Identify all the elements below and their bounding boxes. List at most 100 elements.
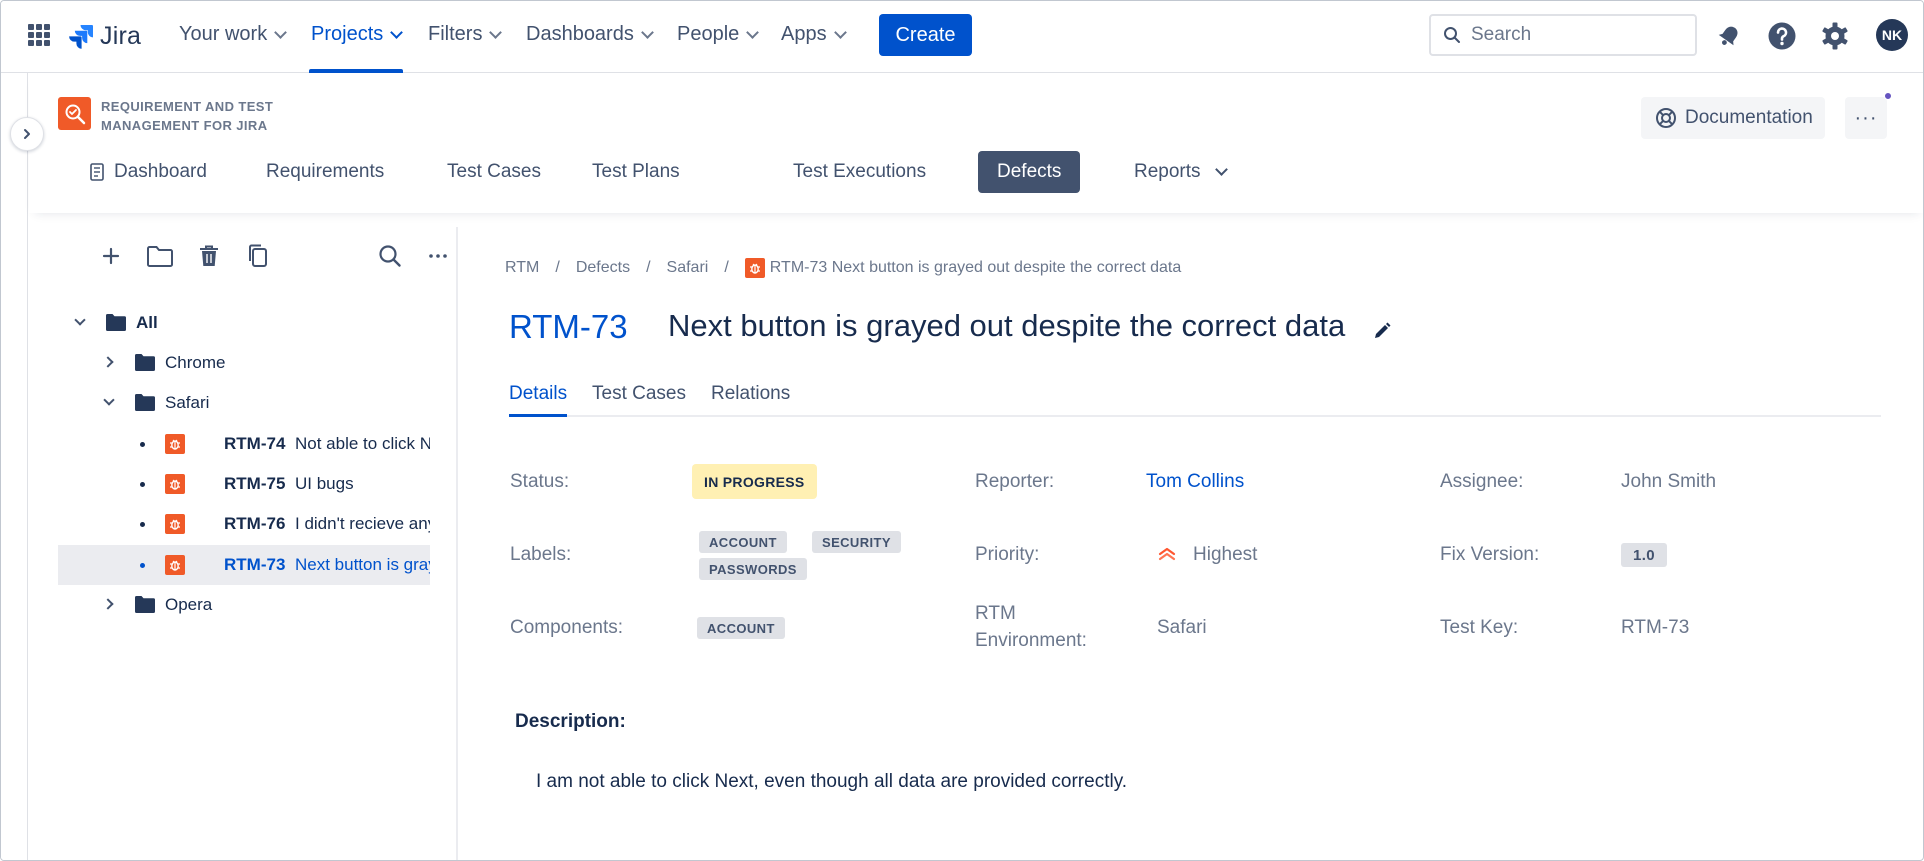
label-tag[interactable]: SECURITY — [812, 531, 901, 553]
reporter-value[interactable]: Tom Collins — [1146, 471, 1244, 493]
label-tag[interactable]: PASSWORDS — [699, 558, 807, 580]
app-window: Jira Your work Projects Filters Dashboar… — [0, 0, 1924, 861]
tab-reports[interactable]: Reports — [1115, 151, 1245, 193]
tree-more-icon[interactable] — [423, 241, 453, 271]
fix-version-label: Fix Version: — [1440, 544, 1540, 565]
tab-issue-test-cases[interactable]: Test Cases — [592, 383, 686, 417]
search-box[interactable] — [1429, 14, 1697, 56]
settings-icon[interactable] — [1818, 19, 1852, 53]
tree-item-summary: Next button is grayed out despite the co… — [295, 555, 430, 574]
tab-defects-label: Defects — [997, 161, 1062, 182]
label-tag[interactable]: ACCOUNT — [699, 531, 787, 553]
tab-test-executions[interactable]: Test Executions — [774, 151, 945, 193]
folder-icon — [106, 314, 126, 331]
tree-item-key: RTM-74 — [224, 434, 286, 453]
copy-icon[interactable] — [243, 241, 273, 271]
nav-projects[interactable]: Projects — [311, 23, 404, 46]
expand-sidebar-button[interactable] — [10, 117, 44, 151]
breadcrumb-item[interactable]: Safari — [667, 259, 709, 277]
chevron-down-icon[interactable] — [74, 314, 86, 326]
fix-version-tag[interactable]: 1.0 — [1621, 543, 1668, 567]
chevron-down-icon — [274, 25, 288, 39]
tree-folder-opera[interactable]: Opera — [58, 585, 430, 625]
labels-label: Labels: — [510, 544, 572, 565]
tree-folder-label: Opera — [165, 595, 213, 614]
search-input[interactable] — [1471, 22, 1681, 48]
status-badge[interactable]: IN PROGRESS — [692, 464, 817, 499]
tree-folder-label: Chrome — [165, 353, 226, 372]
chevron-right-icon[interactable] — [102, 356, 114, 368]
tab-test-plans-label: Test Plans — [592, 161, 680, 182]
detail-tabs: Details Test Cases Relations — [509, 383, 1881, 417]
tab-test-plans[interactable]: Test Plans — [573, 151, 699, 193]
breadcrumb-item[interactable]: Defects — [576, 259, 630, 277]
add-icon[interactable] — [96, 241, 126, 271]
nav-filters-label: Filters — [428, 23, 483, 45]
issue-key[interactable]: RTM-73 — [509, 308, 628, 346]
user-avatar[interactable]: NK — [1876, 19, 1908, 51]
tree-folder-chrome[interactable]: Chrome — [58, 343, 430, 383]
environment-label-line2: Environment: — [975, 630, 1087, 651]
tab-dashboard[interactable]: Dashboard — [71, 151, 226, 193]
tree-toolbar — [73, 239, 447, 275]
chevron-right-icon[interactable] — [102, 598, 114, 610]
priority-highest-icon — [1158, 547, 1176, 561]
jira-logo[interactable]: Jira — [68, 19, 141, 53]
tree-item-summary: Not able to click Notifications — [295, 434, 430, 453]
breadcrumb: RTM / Defects / Safari / RTM-73 Next but… — [505, 258, 1181, 278]
tab-requirements[interactable]: Requirements — [247, 151, 403, 193]
delete-icon[interactable] — [194, 241, 224, 271]
issue-title: Next button is grayed out despite the co… — [668, 308, 1346, 343]
create-button[interactable]: Create — [879, 14, 972, 56]
help-icon[interactable] — [1765, 19, 1799, 53]
more-actions-button[interactable]: ··· — [1845, 97, 1887, 139]
notification-icon[interactable] — [1712, 19, 1746, 53]
tree-folder-safari[interactable]: Safari — [58, 383, 430, 423]
new-folder-icon[interactable] — [145, 241, 175, 271]
assignee-value: John Smith — [1621, 471, 1717, 492]
tab-relations[interactable]: Relations — [711, 383, 790, 417]
component-tag[interactable]: ACCOUNT — [697, 617, 785, 639]
app-title-line1: REQUIREMENT AND TEST — [101, 99, 274, 114]
chevron-down-icon — [489, 25, 503, 39]
tab-details[interactable]: Details — [509, 383, 568, 417]
folder-icon — [135, 596, 155, 613]
tree-search-icon[interactable] — [375, 241, 405, 271]
top-navigation: Jira Your work Projects Filters Dashboar… — [1, 1, 1923, 73]
description-text[interactable]: I am not able to click Next, even though… — [536, 771, 1127, 793]
tree-item-rtm-75[interactable]: RTM-75 UI bugs — [58, 464, 430, 504]
nav-your-work[interactable]: Your work — [179, 23, 288, 46]
tree-item-summary: UI bugs — [295, 474, 354, 493]
breadcrumb-item[interactable]: RTM — [505, 259, 539, 277]
tree-item-rtm-74[interactable]: RTM-74 Not able to click Notifications — [58, 424, 430, 464]
chevron-down-icon — [746, 25, 760, 39]
tab-requirements-label: Requirements — [266, 161, 385, 182]
tree-item-rtm-73[interactable]: RTM-73 Next button is grayed out despite… — [58, 545, 430, 585]
tab-defects[interactable]: Defects — [978, 151, 1081, 193]
nav-filters[interactable]: Filters — [428, 23, 503, 46]
tree-folder-all[interactable]: All — [58, 303, 430, 343]
reporter-label: Reporter: — [975, 471, 1055, 492]
app-switcher-icon[interactable] — [28, 24, 50, 46]
more-icon: ··· — [1854, 106, 1878, 129]
tab-test-executions-label: Test Executions — [793, 161, 927, 182]
defect-icon — [165, 474, 185, 494]
lifebuoy-icon — [1656, 108, 1676, 128]
dashboard-icon — [90, 163, 104, 181]
priority-label: Priority: — [975, 544, 1040, 565]
nav-dashboards[interactable]: Dashboards — [526, 23, 654, 46]
nav-projects-label: Projects — [311, 23, 384, 45]
tree-folder-label: Safari — [165, 393, 210, 412]
environment-value: Safari — [1157, 617, 1207, 638]
rtm-logo-icon — [65, 104, 85, 124]
edit-icon[interactable] — [1373, 322, 1391, 345]
documentation-button[interactable]: Documentation — [1641, 97, 1825, 139]
breadcrumb-separator: / — [646, 259, 651, 276]
nav-apps[interactable]: Apps — [781, 23, 847, 46]
rtm-app-logo — [58, 97, 91, 130]
chevron-down-icon[interactable] — [103, 394, 115, 406]
tree-item-rtm-76[interactable]: RTM-76 I didn't recieve any SMS — [58, 504, 430, 544]
tab-test-cases[interactable]: Test Cases — [428, 151, 560, 193]
folder-icon — [135, 354, 155, 371]
nav-people[interactable]: People — [677, 23, 760, 46]
